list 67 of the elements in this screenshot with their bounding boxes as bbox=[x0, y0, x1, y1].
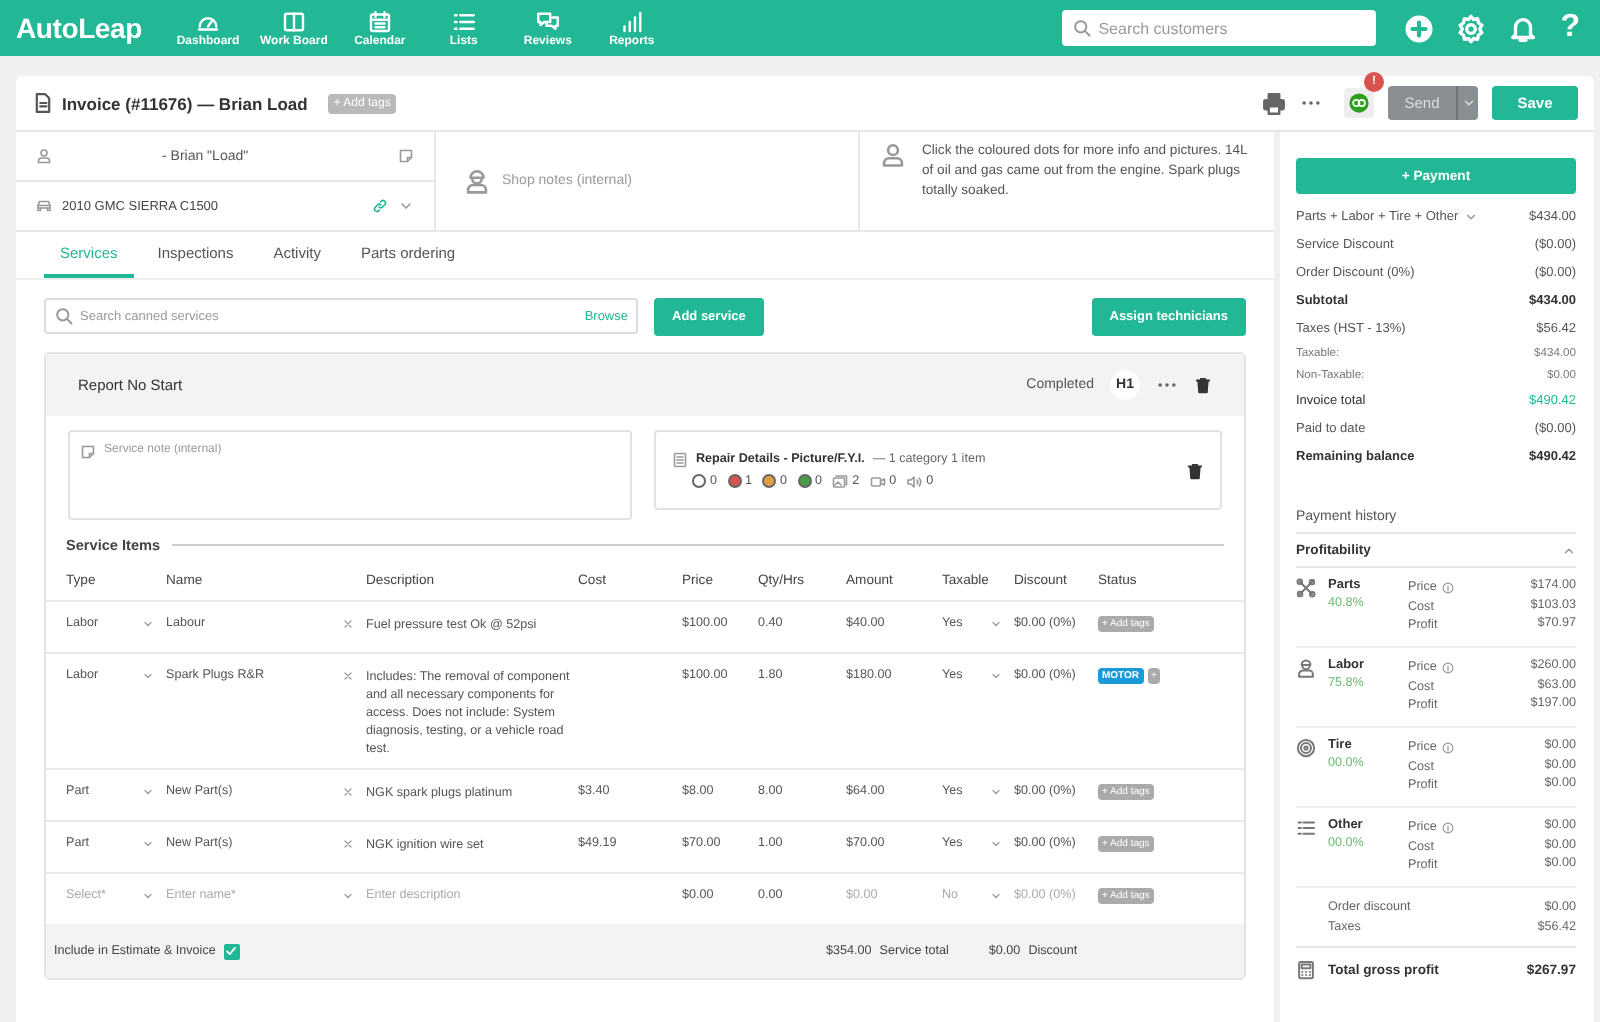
person-icon bbox=[36, 148, 52, 164]
info-icon[interactable] bbox=[1442, 581, 1455, 594]
chevron-icon[interactable] bbox=[142, 670, 154, 682]
delete-icon[interactable] bbox=[1194, 376, 1212, 394]
info-icon[interactable] bbox=[1442, 821, 1455, 834]
photos-icon bbox=[832, 473, 849, 489]
caret-icon bbox=[1461, 96, 1475, 110]
search-input[interactable]: Search customers bbox=[1098, 19, 1367, 37]
remove-icon[interactable] bbox=[342, 670, 354, 682]
remove-icon[interactable] bbox=[342, 786, 354, 798]
car-icon bbox=[36, 198, 52, 214]
tools-icon bbox=[1296, 578, 1316, 598]
search-icon bbox=[1072, 18, 1093, 38]
printer-icon[interactable] bbox=[1262, 91, 1286, 115]
list-icon bbox=[1296, 818, 1316, 838]
worker-icon bbox=[464, 168, 490, 194]
link-icon[interactable] bbox=[372, 198, 388, 214]
delete-icon[interactable] bbox=[1186, 461, 1204, 479]
search-icon bbox=[54, 306, 74, 326]
chat-bubbles-icon bbox=[535, 9, 560, 33]
mechanic-icon bbox=[1296, 658, 1316, 678]
chevron-icon[interactable] bbox=[142, 786, 154, 798]
calculator-icon bbox=[1296, 960, 1316, 980]
send-menu-button[interactable] bbox=[1456, 86, 1478, 120]
chevron-icon[interactable] bbox=[990, 838, 1002, 850]
bell-icon[interactable] bbox=[1508, 13, 1539, 43]
status-dot[interactable] bbox=[762, 474, 777, 488]
person-icon bbox=[880, 142, 906, 168]
settings-icon[interactable] bbox=[1456, 13, 1487, 43]
sync-button[interactable] bbox=[1344, 88, 1374, 118]
check-icon bbox=[224, 944, 239, 958]
search-field[interactable]: Search customers bbox=[1062, 10, 1377, 46]
chevron-icon[interactable] bbox=[990, 786, 1002, 798]
chevron-icon[interactable] bbox=[398, 198, 414, 214]
bar-chart-icon bbox=[619, 9, 644, 33]
note-icon bbox=[80, 444, 96, 460]
chevron-icon[interactable] bbox=[1464, 209, 1479, 223]
chevron-icon[interactable] bbox=[990, 618, 1002, 630]
caret-icon[interactable] bbox=[1562, 543, 1576, 557]
invoice-title: Invoice (#11676) — Brian Load bbox=[62, 93, 308, 113]
video-icon bbox=[869, 473, 886, 489]
note-icon[interactable] bbox=[398, 148, 414, 164]
columns-icon bbox=[281, 9, 306, 33]
chevron-icon[interactable] bbox=[142, 618, 154, 630]
chevron-icon[interactable] bbox=[990, 670, 1002, 682]
speaker-icon bbox=[906, 473, 923, 489]
info-icon[interactable] bbox=[1442, 661, 1455, 674]
chevron-icon[interactable] bbox=[142, 890, 154, 902]
info-icon[interactable] bbox=[1442, 741, 1455, 754]
help-button[interactable]: ? bbox=[1560, 10, 1580, 46]
chevron-icon[interactable] bbox=[990, 890, 1002, 902]
remove-icon[interactable] bbox=[342, 838, 354, 850]
status-dot[interactable] bbox=[797, 474, 812, 488]
chevron-icon[interactable] bbox=[342, 890, 354, 902]
tire-icon bbox=[1296, 738, 1316, 758]
list-icon bbox=[451, 9, 476, 33]
sync-icon bbox=[1348, 92, 1370, 114]
clipboard-icon bbox=[672, 451, 688, 467]
remove-icon[interactable] bbox=[342, 618, 354, 630]
status-dot[interactable] bbox=[727, 474, 742, 488]
chevron-icon[interactable] bbox=[142, 838, 154, 850]
app-logo[interactable]: AutoLeap bbox=[16, 12, 176, 44]
calendar-icon bbox=[367, 9, 392, 33]
add-icon[interactable] bbox=[1404, 13, 1435, 43]
status-dot[interactable] bbox=[692, 474, 706, 488]
document-icon bbox=[32, 92, 54, 114]
checkbox[interactable] bbox=[223, 943, 240, 959]
